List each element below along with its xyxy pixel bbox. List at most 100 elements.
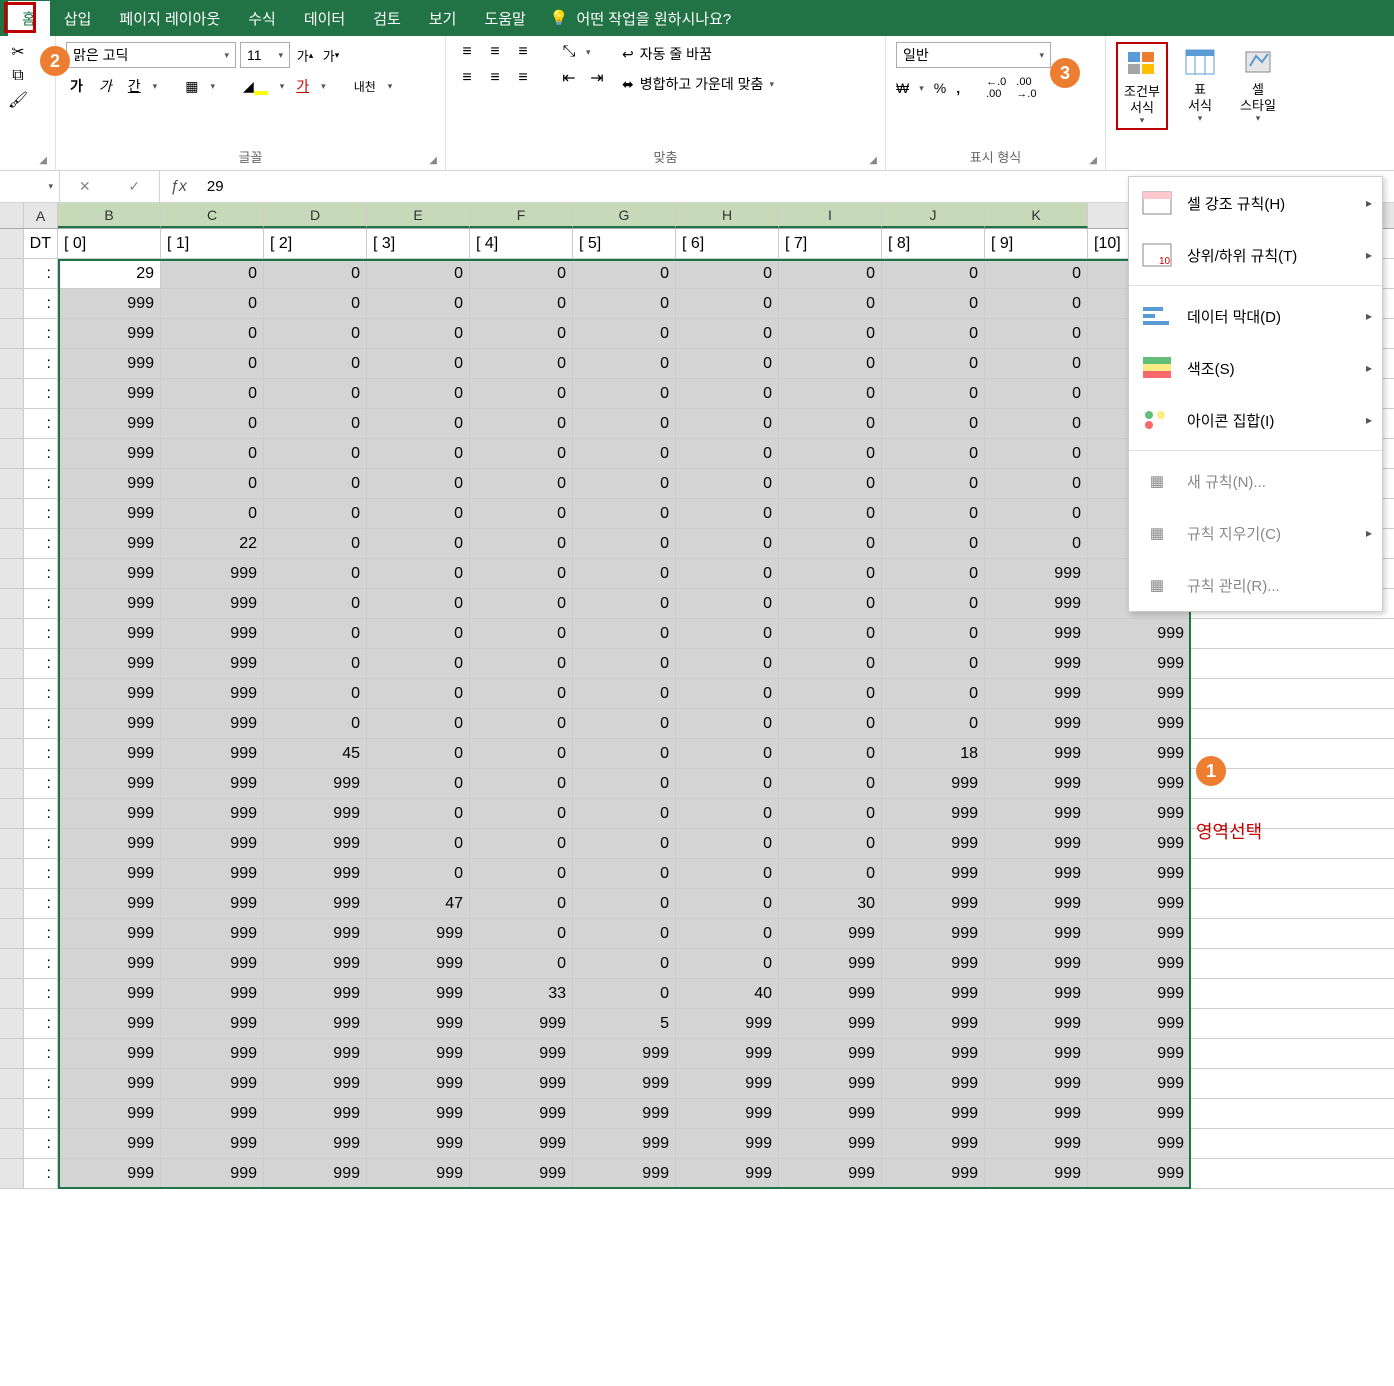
cell[interactable]: 999 (676, 1129, 779, 1158)
cell[interactable]: 999 (58, 1129, 161, 1158)
cell[interactable]: 0 (161, 349, 264, 378)
cell[interactable]: 0 (470, 829, 573, 858)
cell[interactable]: 0 (985, 469, 1088, 498)
cell[interactable]: 0 (470, 529, 573, 558)
cell[interactable]: 0 (470, 259, 573, 288)
cell[interactable]: 40 (676, 979, 779, 1008)
cell[interactable]: 0 (573, 679, 676, 708)
cell[interactable]: 999 (779, 1039, 882, 1068)
tab-review[interactable]: 검토 (359, 1, 415, 36)
cell[interactable]: 0 (161, 439, 264, 468)
cell[interactable]: 999 (161, 829, 264, 858)
cell[interactable]: : (24, 259, 58, 288)
row-header[interactable] (0, 739, 24, 768)
cell[interactable]: 999 (985, 919, 1088, 948)
cell[interactable]: 999 (264, 799, 367, 828)
cell[interactable]: 0 (470, 739, 573, 768)
cell[interactable]: 0 (367, 259, 470, 288)
cell[interactable]: 0 (264, 619, 367, 648)
row-header[interactable] (0, 919, 24, 948)
row-header[interactable] (0, 349, 24, 378)
cell[interactable]: [ 9] (985, 229, 1088, 258)
cell[interactable]: 0 (985, 529, 1088, 558)
dialog-launcher-icon[interactable]: ◢ (1089, 155, 1097, 166)
cell[interactable]: 0 (573, 619, 676, 648)
column-header-K[interactable]: K (985, 203, 1088, 228)
cell[interactable]: 999 (985, 889, 1088, 918)
cell[interactable]: : (24, 1039, 58, 1068)
cell[interactable]: 999 (161, 889, 264, 918)
cell[interactable]: 0 (367, 589, 470, 618)
column-header-G[interactable]: G (573, 203, 676, 228)
cell[interactable]: 0 (779, 619, 882, 648)
cell[interactable]: 0 (367, 289, 470, 318)
cell[interactable]: 0 (676, 949, 779, 978)
cell[interactable]: 999 (985, 1099, 1088, 1128)
column-header-E[interactable]: E (367, 203, 470, 228)
cell[interactable]: 0 (264, 559, 367, 588)
format-painter-button[interactable]: 🖌 (8, 90, 28, 110)
cell[interactable]: 47 (367, 889, 470, 918)
cell[interactable]: 0 (573, 289, 676, 318)
cell[interactable]: 999 (58, 469, 161, 498)
cell[interactable]: 0 (779, 409, 882, 438)
cell[interactable]: 999 (264, 949, 367, 978)
cf-top-bottom[interactable]: 10 상위/하위 규칙(T) ▸ (1129, 229, 1382, 281)
cell[interactable]: 999 (264, 979, 367, 1008)
align-right-button[interactable]: ≡ (512, 68, 534, 88)
row-header[interactable] (0, 859, 24, 888)
cell[interactable]: 0 (676, 349, 779, 378)
cell[interactable]: 0 (264, 409, 367, 438)
merge-center-button[interactable]: ⬌ 병합하고 가운데 맞춤 ▾ (622, 74, 774, 94)
cell[interactable]: [ 3] (367, 229, 470, 258)
cell[interactable]: 999 (779, 1099, 882, 1128)
cell[interactable]: 0 (779, 679, 882, 708)
cell[interactable]: 0 (470, 769, 573, 798)
cell[interactable]: 999 (985, 709, 1088, 738)
cell[interactable]: 999 (58, 529, 161, 558)
cell[interactable]: 0 (470, 589, 573, 618)
cell[interactable]: 0 (882, 619, 985, 648)
cell[interactable]: : (24, 1069, 58, 1098)
cell[interactable]: 999 (985, 619, 1088, 648)
cell[interactable]: : (24, 1009, 58, 1038)
cell[interactable]: 0 (573, 799, 676, 828)
cell[interactable]: 0 (676, 559, 779, 588)
tab-view[interactable]: 보기 (415, 1, 471, 36)
cell[interactable]: 999 (470, 1069, 573, 1098)
cell[interactable]: : (24, 589, 58, 618)
phonetic-button[interactable]: 내천 (350, 76, 380, 97)
cell[interactable]: 0 (367, 559, 470, 588)
cell[interactable]: 0 (470, 649, 573, 678)
align-left-button[interactable]: ≡ (456, 68, 478, 88)
cell[interactable]: 0 (779, 439, 882, 468)
cell[interactable]: [ 1] (161, 229, 264, 258)
cell[interactable]: 0 (161, 259, 264, 288)
cell[interactable]: [ 6] (676, 229, 779, 258)
tab-insert[interactable]: 삽입 (50, 1, 106, 36)
cell[interactable]: 0 (573, 469, 676, 498)
cell[interactable]: 999 (1088, 889, 1191, 918)
cell[interactable]: 999 (58, 1069, 161, 1098)
cell[interactable]: 999 (58, 589, 161, 618)
row-header[interactable] (0, 589, 24, 618)
cell[interactable]: 999 (985, 859, 1088, 888)
cell[interactable]: 0 (779, 799, 882, 828)
decrease-font-button[interactable]: 가▾ (320, 43, 342, 67)
cell[interactable]: 999 (676, 1069, 779, 1098)
cell[interactable]: : (24, 619, 58, 648)
cell[interactable]: 999 (470, 1009, 573, 1038)
cell[interactable]: 999 (161, 1039, 264, 1068)
cell[interactable]: 0 (779, 769, 882, 798)
cell[interactable]: 999 (985, 769, 1088, 798)
cell[interactable]: : (24, 739, 58, 768)
cell[interactable]: 0 (470, 349, 573, 378)
cell[interactable]: 999 (985, 1159, 1088, 1188)
cell[interactable]: 999 (58, 1039, 161, 1068)
cell[interactable]: : (24, 349, 58, 378)
cell[interactable]: 0 (676, 619, 779, 648)
cell[interactable]: 999 (58, 319, 161, 348)
cell[interactable]: 999 (1088, 649, 1191, 678)
cell[interactable]: 0 (882, 499, 985, 528)
cell[interactable]: 999 (882, 1129, 985, 1158)
